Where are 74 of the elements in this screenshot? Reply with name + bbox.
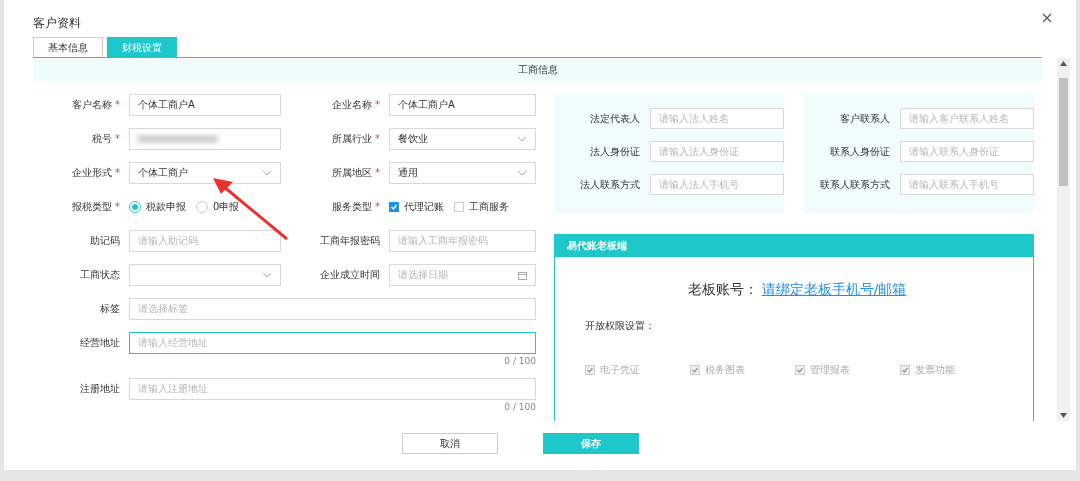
text-field[interactable]: 个体工商户A: [129, 94, 281, 116]
field-label: 法人联系方式: [579, 177, 640, 192]
text-field[interactable]: 个体工商户A: [389, 94, 536, 116]
field-label: 工商年报密码: [319, 234, 380, 248]
cancel-button[interactable]: 取消: [401, 433, 498, 454]
checkbox-option[interactable]: 工商服务: [454, 200, 509, 214]
save-button[interactable]: 保存: [542, 433, 639, 454]
char-counter: 0 / 100: [504, 402, 536, 412]
field-label: 所属地区 *: [331, 166, 380, 180]
field-label: 法定代表人: [589, 111, 640, 126]
section-header: 工商信息: [33, 59, 1042, 81]
text-field[interactable]: 请输入联系人身份证: [900, 141, 1034, 162]
tab[interactable]: 基本信息: [33, 37, 103, 57]
field-label: 企业成立时间: [319, 268, 380, 282]
text-field[interactable]: 请输入联系人手机号: [900, 174, 1034, 195]
scroll-down-icon[interactable]: [1060, 413, 1067, 418]
checkbox-option[interactable]: 代理记账: [389, 200, 444, 214]
field-label: 标签: [99, 302, 120, 316]
text-field[interactable]: 请输入法人身份证: [650, 141, 784, 162]
char-counter: 0 / 100: [504, 356, 536, 366]
field-label: 所属行业 *: [331, 132, 380, 146]
checkbox[interactable]: [389, 202, 399, 212]
field-label: 工商状态: [79, 268, 120, 282]
radio-option[interactable]: 0申报: [196, 200, 240, 214]
field-label: 联系人身份证: [829, 144, 890, 159]
chevron-down-icon: [517, 136, 527, 142]
scroll-up-icon[interactable]: [1060, 61, 1067, 66]
text-field[interactable]: [129, 128, 281, 150]
text-field[interactable]: 请输入客户联系人姓名: [900, 108, 1034, 129]
field-label: 企业名称 *: [331, 98, 380, 112]
dialog-title: 客户资料: [32, 15, 81, 32]
checkbox-option[interactable]: 发票功能: [900, 363, 1005, 377]
chevron-down-icon: [262, 170, 272, 176]
field-label: 注册地址: [79, 382, 120, 396]
field-label: 税号 *: [91, 132, 120, 146]
select-field[interactable]: [129, 264, 281, 286]
text-field[interactable]: 请输入法人手机号: [650, 174, 784, 195]
account-label: 老板账号：: [687, 281, 758, 299]
permissions-label: 开放权限设置：: [585, 319, 656, 333]
checkbox-option[interactable]: 管理报表: [795, 363, 900, 377]
radio-option[interactable]: 税款申报: [129, 200, 186, 214]
checkbox[interactable]: [900, 365, 910, 375]
field-label: 服务类型 *: [331, 200, 380, 214]
text-field[interactable]: 请选择标签: [129, 298, 536, 320]
field-label: 经营地址: [79, 336, 120, 350]
select-field[interactable]: 餐饮业: [389, 128, 536, 150]
scrollbar[interactable]: [1057, 58, 1070, 421]
text-field[interactable]: 请输入法人姓名: [650, 108, 784, 129]
calendar-icon: [518, 270, 527, 280]
field-label: 助记码: [89, 234, 120, 248]
select-field[interactable]: 通用: [389, 162, 536, 184]
text-field[interactable]: 请输入工商年报密码: [389, 230, 536, 252]
field-label: 法人身份证: [589, 144, 640, 159]
chevron-down-icon: [517, 170, 527, 176]
field-label: 联系人联系方式: [819, 177, 890, 192]
scrollbar-thumb[interactable]: [1059, 78, 1068, 186]
date-field[interactable]: 请选择日期: [389, 264, 536, 286]
field-label: 报税类型 *: [71, 200, 120, 214]
bind-account-link[interactable]: 请绑定老板手机号/邮箱: [761, 281, 907, 299]
checkbox-option[interactable]: 税务图表: [690, 363, 795, 377]
panel-header: 易代账老板端: [555, 235, 1033, 257]
tab[interactable]: 财税设置: [107, 37, 177, 57]
chevron-down-icon: [262, 272, 272, 278]
field-label: 客户名称 *: [71, 98, 120, 112]
checkbox[interactable]: [454, 202, 464, 212]
checkbox[interactable]: [795, 365, 805, 375]
checkbox-option[interactable]: 电子凭证: [585, 363, 690, 377]
text-field[interactable]: 请输入助记码: [129, 230, 281, 252]
close-icon[interactable]: [1042, 13, 1052, 23]
checkbox[interactable]: [690, 365, 700, 375]
checkbox[interactable]: [585, 365, 595, 375]
field-label: 企业形式 *: [71, 166, 120, 180]
select-field[interactable]: 个体工商户: [129, 162, 281, 184]
field-label: 客户联系人: [839, 111, 890, 126]
